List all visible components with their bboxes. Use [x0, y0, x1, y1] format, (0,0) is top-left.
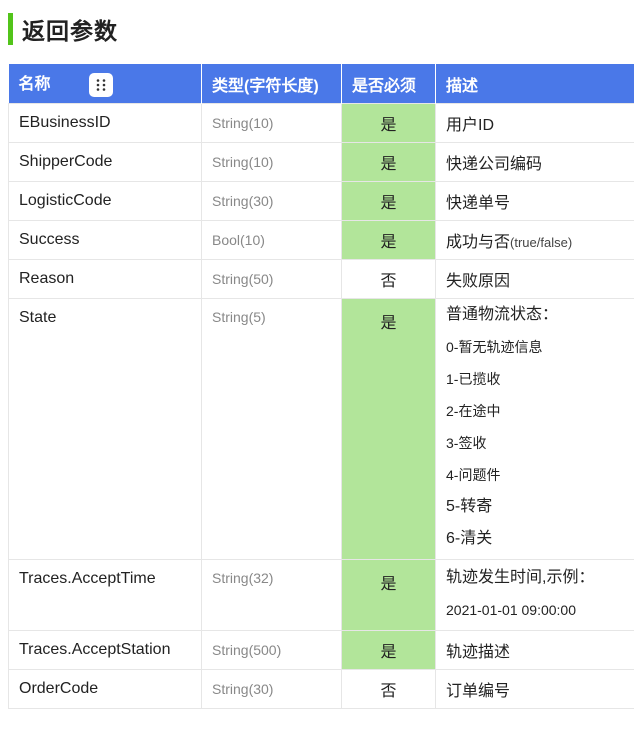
param-name: OrderCode: [8, 669, 202, 709]
description-line: 4-问题件: [446, 467, 501, 483]
param-description: 用户ID: [435, 103, 634, 143]
drag-handle-icon[interactable]: [88, 72, 113, 97]
description-line: 3-签收: [446, 435, 487, 451]
param-required: 是: [341, 103, 436, 143]
param-description: 订单编号: [435, 669, 634, 709]
param-required: 否: [341, 259, 436, 299]
table-row: ShipperCode String(10) 是 快递公司编码: [8, 142, 634, 182]
description-line: 5-转寄: [446, 498, 493, 515]
table-row: State String(5) 是 普通物流状态： 0-暂无轨迹信息 1-已揽收…: [8, 298, 634, 560]
title-accent-bar: [8, 13, 13, 45]
description-text: 成功与否: [446, 234, 511, 251]
param-type: String(50): [201, 259, 342, 299]
column-header-required[interactable]: 是否必须: [341, 64, 436, 104]
description-line: 6-清关: [446, 530, 493, 547]
param-type: String(10): [201, 142, 342, 182]
param-type: String(500): [201, 630, 342, 670]
param-required: 是: [341, 142, 436, 182]
page-title: 返回参数: [22, 18, 118, 44]
param-name: Success: [8, 220, 202, 260]
param-name: Traces.AcceptTime: [8, 559, 202, 631]
param-required: 是: [341, 181, 436, 221]
param-name: State: [8, 298, 202, 560]
table-row: OrderCode String(30) 否 订单编号: [8, 669, 634, 709]
param-description: 快递单号: [435, 181, 634, 221]
description-line: 2-在途中: [446, 403, 501, 419]
param-type: String(30): [201, 669, 342, 709]
column-header-description[interactable]: 描述: [435, 64, 634, 104]
description-suffix: (true/false): [510, 235, 573, 250]
param-description: 轨迹描述: [435, 630, 634, 670]
param-type: String(5): [201, 298, 342, 560]
param-required: 否: [341, 669, 436, 709]
param-description: 普通物流状态： 0-暂无轨迹信息 1-已揽收 2-在途中 3-签收 4-问题件 …: [435, 298, 634, 560]
description-line: 轨迹发生时间,示例：: [446, 569, 595, 586]
description-line: 普通物流状态：: [446, 306, 559, 323]
param-description: 失败原因: [435, 259, 634, 299]
param-type: String(32): [201, 559, 342, 631]
param-required: 是: [341, 630, 436, 670]
return-params-table: 名称 类型(字符长度) 是否必须 描述 EBusinessID String(1…: [8, 64, 634, 709]
table-row: Success Bool(10) 是 成功与否(true/false): [8, 220, 634, 260]
param-required: 是: [341, 298, 436, 560]
column-header-type[interactable]: 类型(字符长度): [201, 64, 342, 104]
table-row: Traces.AcceptTime String(32) 是 轨迹发生时间,示例…: [8, 559, 634, 631]
param-required: 是: [341, 220, 436, 260]
column-header-name[interactable]: 名称: [8, 64, 202, 104]
param-name: ShipperCode: [8, 142, 202, 182]
section-title: 返回参数: [8, 13, 118, 45]
param-description: 成功与否(true/false): [435, 220, 634, 260]
description-line: 0-暂无轨迹信息: [446, 339, 543, 355]
table-row: EBusinessID String(10) 是 用户ID: [8, 103, 634, 143]
param-type: String(10): [201, 103, 342, 143]
param-description: 快递公司编码: [435, 142, 634, 182]
param-description: 轨迹发生时间,示例： 2021-01-01 09:00:00: [435, 559, 634, 631]
table-row: LogisticCode String(30) 是 快递单号: [8, 181, 634, 221]
param-type: String(30): [201, 181, 342, 221]
table-row: Traces.AcceptStation String(500) 是 轨迹描述: [8, 630, 634, 670]
table-header-row: 名称 类型(字符长度) 是否必须 描述: [8, 64, 634, 104]
description-line: 2021-01-01 09:00:00: [446, 602, 576, 618]
param-required: 是: [341, 559, 436, 631]
param-name: LogisticCode: [8, 181, 202, 221]
param-type: Bool(10): [201, 220, 342, 260]
description-line: 1-已揽收: [446, 371, 501, 387]
table-row: Reason String(50) 否 失败原因: [8, 259, 634, 299]
param-name: EBusinessID: [8, 103, 202, 143]
param-name: Reason: [8, 259, 202, 299]
param-name: Traces.AcceptStation: [8, 630, 202, 670]
